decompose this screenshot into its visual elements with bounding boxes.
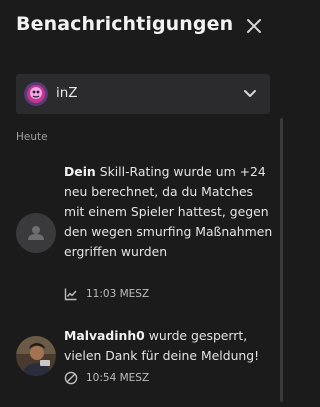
notification-time: 11:03 MESZ (86, 288, 150, 300)
scrollbar[interactable] (280, 118, 283, 402)
notification-meta: 10:54 MESZ (64, 370, 149, 386)
notification-subject: Malvadinh0 (64, 328, 145, 343)
notification-meta: 11:03 MESZ (64, 286, 149, 302)
notification-item[interactable]: Malvadinh0 wurde gesperrt, vielen Dank f… (0, 322, 278, 402)
user-photo-avatar (16, 336, 56, 376)
panel-header: Benachrichtigungen (0, 0, 286, 54)
account-avatar (24, 82, 48, 106)
notification-text: Dein Skill-Rating wurde um +24 neu berec… (64, 162, 276, 262)
section-label-today: Heute (16, 131, 48, 143)
notification-item[interactable]: Dein Skill-Rating wurde um +24 neu berec… (0, 160, 278, 308)
ban-icon (64, 371, 78, 385)
account-select[interactable]: inZ (16, 74, 270, 114)
notifications-panel: Benachrichtigungen inZ Heute Dein Skill-… (0, 0, 286, 407)
notification-text: Malvadinh0 wurde gesperrt, vielen Dank f… (64, 326, 276, 366)
notification-subject: Dein (64, 164, 96, 179)
user-placeholder-icon (16, 213, 56, 253)
close-button[interactable] (240, 12, 268, 40)
panel-title: Benachrichtigungen (16, 13, 234, 35)
trend-chart-icon (64, 287, 78, 301)
notification-time: 10:54 MESZ (86, 372, 150, 384)
notification-message: Skill-Rating wurde um +24 neu berechnet,… (64, 164, 273, 259)
account-select-value: inZ (56, 85, 78, 101)
chevron-down-icon (244, 90, 256, 97)
close-icon (247, 19, 261, 33)
